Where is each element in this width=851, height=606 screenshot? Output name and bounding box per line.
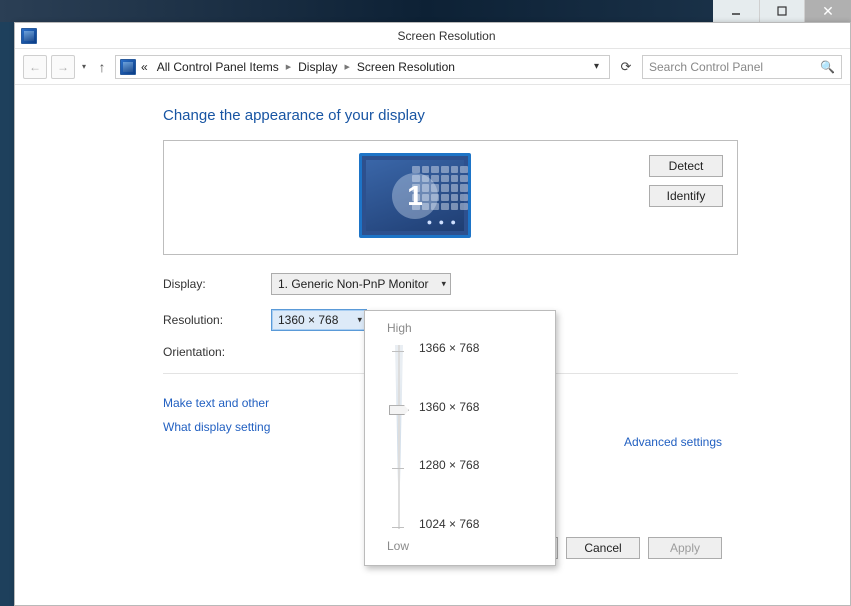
monitor-number-badge: 1 [392,173,438,219]
close-button[interactable]: ✕ [805,0,851,22]
search-box[interactable]: 🔍 [642,55,842,79]
app-icon [21,28,37,44]
resolution-dropdown-popup[interactable]: High 1366 × 768 1360 × 768 1280 × 768 1024 … [364,310,556,566]
apply-button[interactable]: Apply [648,537,722,559]
resolution-option[interactable]: 1280 × 768 [419,458,479,472]
display-label: Display: [163,277,271,291]
resolution-option[interactable]: 1024 × 768 [419,517,479,531]
nav-up-button[interactable]: ↑ [93,59,111,75]
nav-forward-button[interactable]: → [51,55,75,79]
breadcrumb-seg[interactable]: All Control Panel Items [153,60,283,74]
resolution-label: Resolution: [163,313,271,327]
monitor-dots-icon: ● ● ● [427,217,458,227]
nav-back-button[interactable]: ← [23,55,47,79]
display-value: 1. Generic Non-PnP Monitor [278,277,429,291]
nav-history-dropdown[interactable]: ▾ [79,62,89,71]
address-icon [120,59,136,75]
slider-low-label: Low [387,539,409,553]
display-preview-panel: 1 ● ● ● Detect Identify [163,140,738,255]
breadcrumb-seg[interactable]: Screen Resolution [353,60,459,74]
chevron-right-icon[interactable] [343,62,352,71]
advanced-settings-link[interactable]: Advanced settings [624,435,722,449]
minimize-button[interactable] [713,0,759,22]
refresh-button[interactable]: ⟳ [614,55,638,79]
chevron-down-icon [441,279,446,290]
breadcrumb-prefix: « [137,60,152,74]
display-combobox[interactable]: 1. Generic Non-PnP Monitor [271,273,451,295]
search-icon: 🔍 [820,60,835,74]
identify-button[interactable]: Identify [649,185,723,207]
resolution-value: 1360 × 768 [278,313,338,327]
resolution-option[interactable]: 1360 × 768 [419,400,479,414]
chevron-right-icon[interactable] [284,62,293,71]
slider-high-label: High [387,321,541,335]
breadcrumb-seg[interactable]: Display [294,60,341,74]
page-heading: Change the appearance of your display [163,107,850,124]
detect-button[interactable]: Detect [649,155,723,177]
address-dropdown-icon[interactable] [594,61,605,72]
chevron-down-icon [357,315,362,326]
orientation-label: Orientation: [163,345,271,359]
slider-thumb[interactable] [389,405,409,415]
titlebar: Screen Resolution [15,23,850,49]
cancel-button[interactable]: Cancel [566,537,640,559]
search-input[interactable] [649,60,816,74]
resolution-combobox[interactable]: 1360 × 768 [271,309,367,331]
navbar: ← → ▾ ↑ « All Control Panel Items Displa… [15,49,850,85]
window-title: Screen Resolution [43,29,850,43]
address-bar[interactable]: « All Control Panel Items Display Screen… [115,55,610,79]
monitor-thumbnail[interactable]: 1 ● ● ● [359,153,471,238]
maximize-button[interactable] [759,0,805,22]
resolution-slider[interactable] [395,345,403,529]
resolution-option[interactable]: 1366 × 768 [419,341,479,355]
